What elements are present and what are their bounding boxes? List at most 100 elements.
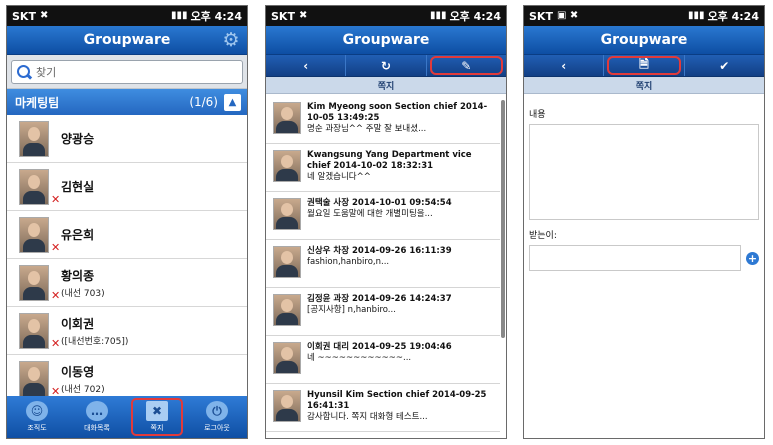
- offline-icon: ✕: [51, 241, 61, 254]
- group-header[interactable]: 마케팅팀 (1/6) ▲: [7, 89, 247, 115]
- contact-item[interactable]: ✕ 김현실: [7, 163, 247, 211]
- contact-name: 유은희: [61, 228, 95, 242]
- status-bar: SKT ✖ ▮▮▮ 오후 4:24: [7, 6, 247, 26]
- contact-item[interactable]: ✕ 황의종 (내선 703): [7, 259, 247, 307]
- search-bar: 찾기: [7, 55, 247, 89]
- avatar: [273, 246, 301, 278]
- avatar: [19, 168, 49, 205]
- chat-bubble-icon: …: [86, 401, 108, 421]
- app-title: Groupware: [83, 32, 171, 48]
- avatar: [19, 360, 49, 397]
- title-bar: Groupware ⚙: [7, 26, 247, 55]
- carrier-label: SKT: [271, 9, 295, 23]
- gear-icon[interactable]: ⚙: [221, 30, 241, 50]
- list-item[interactable]: Kwangsung Yang Department vice chief 201…: [266, 144, 500, 192]
- contact-extension: (내선 702): [61, 384, 105, 395]
- notification-icon: ✖: [298, 10, 308, 21]
- receiver-label: 받는이:: [529, 231, 557, 241]
- list-item[interactable]: 이회권 대리 2014-09-25 19:04:46 네 ~~~~~~~~~~~~…: [266, 336, 500, 384]
- clock-label: 오후 4:24: [449, 10, 501, 23]
- message-preview: 명순 과장님^^ 주말 잘 보내셨...: [307, 124, 427, 134]
- content-label: 내용: [529, 110, 546, 120]
- message-header: Kwangsung Yang Department vice chief 201…: [307, 150, 472, 171]
- list-item[interactable]: 신상우 차장 2014-09-26 16:11:39 fashion,hanbir…: [266, 240, 500, 288]
- search-icon: [17, 64, 32, 80]
- list-item[interactable]: Kim Myeong soon Section chief 2014-10-05…: [266, 96, 500, 144]
- app-title: Groupware: [342, 32, 430, 48]
- new-document-button[interactable]: 🗎: [604, 55, 685, 76]
- signal-icon: ▮▮▮: [430, 10, 447, 21]
- contact-extension: (내선 703): [61, 288, 105, 299]
- contact-name: 이동영: [61, 364, 95, 379]
- bottom-tab-bar: ☺ 조직도 … 대화목록 ✖ 쪽지 ⏻ 로그아웃: [7, 396, 247, 438]
- tab-org-chart[interactable]: ☺ 조직도: [7, 396, 67, 438]
- list-item[interactable]: 권택술 사장 2014-10-01 09:54:54 월요일 도움말에 대한 개별…: [266, 192, 500, 240]
- avatar: [19, 312, 49, 349]
- send-button[interactable]: ✔: [685, 55, 764, 76]
- note-icon: ✖: [146, 401, 168, 421]
- message-header: 이회권 대리 2014-09-25 19:04:46: [307, 342, 452, 352]
- message-header: 신상우 차장 2014-09-26 16:11:39: [307, 246, 452, 256]
- app-title: Groupware: [600, 32, 688, 48]
- offline-icon: ✕: [51, 337, 61, 350]
- avatar: [273, 342, 301, 374]
- clock-label: 오후 4:24: [707, 10, 759, 23]
- contact-extension: ([내선번호:705]): [61, 336, 129, 347]
- contact-name: 이회권: [61, 316, 95, 331]
- message-header: Kim Myeong soon Section chief 2014-10-05…: [307, 102, 488, 123]
- tab-notes[interactable]: ✖ 쪽지: [127, 396, 187, 438]
- tab-label: 조직도: [27, 424, 47, 432]
- check-icon: ✔: [719, 58, 730, 73]
- group-count: (1/6): [189, 95, 218, 109]
- message-header: 권택술 사장 2014-10-01 09:54:54: [307, 198, 452, 208]
- new-document-icon: 🗎: [639, 57, 649, 71]
- contact-item[interactable]: ✕ 유은희: [7, 211, 247, 259]
- add-receiver-icon[interactable]: +: [746, 251, 759, 265]
- avatar: [273, 390, 301, 422]
- compose-form: 내용 받는이: +: [524, 94, 764, 271]
- section-header: 쪽지: [524, 77, 764, 94]
- section-header: 쪽지: [266, 77, 506, 94]
- content-textarea[interactable]: [529, 124, 759, 220]
- avatar: [19, 216, 49, 253]
- contact-list: 양광승 ✕ 김현실 ✕ 유은희 ✕ 황의종 (내선 703) ✕ 이회권 ([내…: [7, 115, 247, 403]
- message-list: Kim Myeong soon Section chief 2014-10-05…: [266, 96, 500, 438]
- tab-label: 대화목록: [84, 424, 110, 432]
- avatar: [273, 198, 301, 230]
- contact-item[interactable]: 양광승: [7, 115, 247, 163]
- contact-name: 양광승: [61, 132, 95, 146]
- avatar: [19, 120, 49, 157]
- receiver-input[interactable]: [529, 245, 741, 271]
- back-button[interactable]: ‹: [524, 55, 605, 76]
- message-preview: 월요일 도움말에 대한 개별미팅을...: [307, 209, 433, 219]
- collapse-icon[interactable]: ▲: [224, 93, 241, 111]
- tab-chat-list[interactable]: … 대화목록: [67, 396, 127, 438]
- message-preview: fashion,hanbiro,n...: [307, 257, 390, 267]
- contact-name: 김현실: [61, 180, 95, 194]
- power-icon: ⏻: [206, 401, 228, 421]
- scrollbar[interactable]: [501, 100, 505, 338]
- compose-button[interactable]: ✎: [427, 55, 506, 76]
- back-icon: ‹: [303, 58, 309, 73]
- search-placeholder: 찾기: [36, 66, 57, 79]
- signal-icon: ▮▮▮: [171, 10, 188, 21]
- avatar: [19, 264, 49, 301]
- title-bar: Groupware: [524, 26, 764, 55]
- back-button[interactable]: ‹: [266, 55, 347, 76]
- signal-icon: ▮▮▮: [688, 10, 705, 21]
- search-input[interactable]: 찾기: [11, 60, 243, 84]
- list-item[interactable]: Hyunsil Kim Section chief 2014-09-25 16:…: [266, 384, 500, 432]
- tab-label: 쪽지: [150, 424, 164, 432]
- list-item[interactable]: 김정윤 과장 2014-09-26 14:24:37 [공지사항] n,hanbi…: [266, 288, 500, 336]
- group-name: 마케팅팀: [15, 95, 60, 110]
- compose-note-screen: SKT ▣ ✖ ▮▮▮ 오후 4:24 Groupware ‹ 🗎 ✔ 쪽지 내용 …: [523, 5, 765, 439]
- contact-item[interactable]: ✕ 이회권 ([내선번호:705]): [7, 307, 247, 355]
- avatar: [273, 102, 301, 134]
- notification-icon: ▣ ✖: [556, 10, 579, 21]
- toolbar: ‹ ↻ ✎: [266, 55, 506, 77]
- avatar: [273, 294, 301, 326]
- message-preview: [공지사항] n,hanbiro...: [307, 305, 396, 315]
- message-header: Hyunsil Kim Section chief 2014-09-25 16:…: [307, 390, 487, 411]
- refresh-button[interactable]: ↻: [346, 55, 427, 76]
- tab-logout[interactable]: ⏻ 로그아웃: [187, 396, 247, 438]
